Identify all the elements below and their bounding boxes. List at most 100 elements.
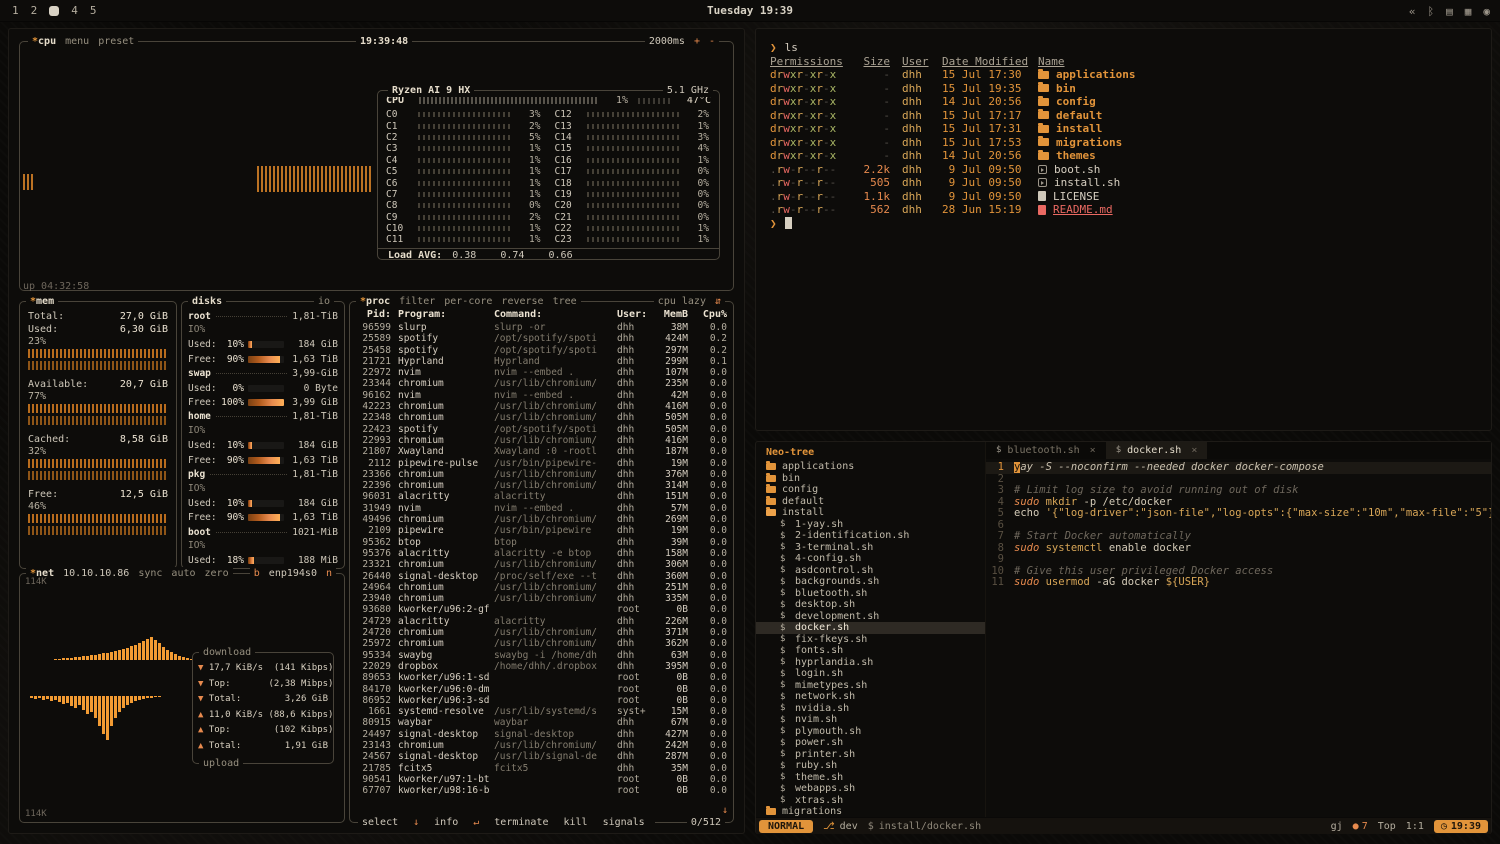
process-row[interactable]: 22423spotify/opt/spotify/spotidhh505M0.0 bbox=[356, 424, 727, 435]
tree-item-mimetypes.sh[interactable]: $mimetypes.sh bbox=[756, 680, 985, 692]
filter-button[interactable]: filter bbox=[399, 295, 435, 308]
process-row[interactable]: 23321chromium/usr/lib/chromium/dhh306M0.… bbox=[356, 559, 727, 570]
tree-item-docker.sh[interactable]: $docker.sh bbox=[756, 622, 985, 634]
process-row[interactable]: 23344chromium/usr/lib/chromium/dhh235M0.… bbox=[356, 378, 727, 389]
process-row[interactable]: 96162nvimnvim --embed .dhh42M0.0 bbox=[356, 390, 727, 401]
pid-column-header[interactable]: Pid: bbox=[356, 309, 398, 322]
process-row[interactable]: 24964chromium/usr/lib/chromium/dhh251M0.… bbox=[356, 582, 727, 593]
proc-footer-item[interactable]: terminate bbox=[494, 816, 548, 829]
tree-item-desktop.sh[interactable]: $desktop.sh bbox=[756, 599, 985, 611]
preset-button[interactable]: preset bbox=[98, 35, 134, 48]
bluetooth-icon[interactable]: ᛒ bbox=[1428, 5, 1435, 18]
workspace-5[interactable]: 5 bbox=[90, 4, 97, 17]
process-row[interactable]: 22348chromium/usr/lib/chromium/dhh505M0.… bbox=[356, 412, 727, 423]
process-row[interactable]: 96031alacrittyalacrittydhh151M0.0 bbox=[356, 491, 727, 502]
process-row[interactable]: 86952kworker/u96:3-sdroot0B0.0 bbox=[356, 695, 727, 706]
proc-footer-item[interactable]: info bbox=[434, 816, 458, 829]
process-row[interactable]: 95334swaybgswaybg -i /home/dhdhh63M0.0 bbox=[356, 650, 727, 661]
tree-item-network.sh[interactable]: $network.sh bbox=[756, 691, 985, 703]
process-row[interactable]: 24497signal-desktopsignal-desktopdhh427M… bbox=[356, 729, 727, 740]
process-row[interactable]: 26440signal-desktop/proc/self/exe --tdhh… bbox=[356, 571, 727, 582]
memory-column-header[interactable]: MemB bbox=[655, 309, 697, 322]
tree-item-theme.sh[interactable]: $theme.sh bbox=[756, 772, 985, 784]
process-row[interactable]: 21721HyprlandHyprlanddhh299M0.1 bbox=[356, 356, 727, 367]
tree-item-printer.sh[interactable]: $printer.sh bbox=[756, 749, 985, 761]
tree-item-webapps.sh[interactable]: $webapps.sh bbox=[756, 783, 985, 795]
workspace-active[interactable] bbox=[49, 6, 59, 16]
per-core-button[interactable]: per-core bbox=[444, 295, 492, 308]
interval-minus-button[interactable]: - bbox=[709, 35, 715, 48]
interval-plus-button[interactable]: + bbox=[694, 35, 700, 48]
process-row[interactable]: 23940chromium/usr/lib/chromium/dhh335M0.… bbox=[356, 593, 727, 604]
process-row[interactable]: 96599slurpslurp -ordhh38M0.0 bbox=[356, 322, 727, 333]
neovim-window[interactable]: Neo-tree applicationsbinconfigdefaultins… bbox=[755, 441, 1492, 834]
process-row[interactable]: 23143chromium/usr/lib/chromium/dhh242M0.… bbox=[356, 740, 727, 751]
process-row[interactable]: 80915waybarwaybardhh67M0.0 bbox=[356, 717, 727, 728]
tree-item-fix-fkeys.sh[interactable]: $fix-fkeys.sh bbox=[756, 634, 985, 646]
process-row[interactable]: 25589spotify/opt/spotify/spotidhh424M0.2 bbox=[356, 333, 727, 344]
tree-item-nvim.sh[interactable]: $nvim.sh bbox=[756, 714, 985, 726]
cpu-column-header[interactable]: Cpu% bbox=[697, 309, 727, 322]
tray-arrow-icon[interactable]: « bbox=[1409, 5, 1416, 18]
tree-item-plymouth.sh[interactable]: $plymouth.sh bbox=[756, 726, 985, 738]
process-row[interactable]: 24729alacrittyalacrittydhh226M0.0 bbox=[356, 616, 727, 627]
buffer-tab-bluetooth.sh[interactable]: $bluetooth.sh× bbox=[986, 442, 1106, 459]
proc-footer-item[interactable]: select bbox=[362, 816, 398, 829]
process-row[interactable]: 90541kworker/u97:1-btroot0B0.0 bbox=[356, 774, 727, 785]
net-prev-iface-button[interactable]: b bbox=[254, 567, 260, 580]
tree-item-config[interactable]: config bbox=[756, 484, 985, 496]
process-row[interactable]: 24567signal-desktop/usr/lib/signal-dedhh… bbox=[356, 751, 727, 762]
tree-item-development.sh[interactable]: $development.sh bbox=[756, 611, 985, 623]
tree-item-install[interactable]: install bbox=[756, 507, 985, 519]
net-auto-button[interactable]: auto bbox=[171, 567, 195, 580]
tree-item-default[interactable]: default bbox=[756, 496, 985, 508]
process-row[interactable]: 22993chromium/usr/lib/chromium/dhh416M0.… bbox=[356, 435, 727, 446]
process-row[interactable]: 21785fcitx5fcitx5dhh35M0.0 bbox=[356, 763, 727, 774]
disks-panel-title[interactable]: disks bbox=[192, 295, 222, 308]
workspace-4[interactable]: 4 bbox=[71, 4, 78, 17]
cpu-panel-title[interactable]: cpu bbox=[38, 36, 56, 47]
tree-item-nvidia.sh[interactable]: $nvidia.sh bbox=[756, 703, 985, 715]
process-row[interactable]: 23366chromium/usr/lib/chromium/dhh376M0.… bbox=[356, 469, 727, 480]
tree-item-hyprlandia.sh[interactable]: $hyprlandia.sh bbox=[756, 657, 985, 669]
workspace-1[interactable]: 1 bbox=[12, 4, 19, 17]
process-row[interactable]: 25972chromium/usr/lib/chromium/dhh362M0.… bbox=[356, 638, 727, 649]
workspace-2[interactable]: 2 bbox=[31, 4, 38, 17]
tree-item-bluetooth.sh[interactable]: $bluetooth.sh bbox=[756, 588, 985, 600]
sort-arrows-icon[interactable]: ⇵ bbox=[715, 295, 721, 308]
tree-item-2-identification.sh[interactable]: $2-identification.sh bbox=[756, 530, 985, 542]
process-row[interactable]: 1661systemd-resolve/usr/lib/systemd/ssys… bbox=[356, 706, 727, 717]
process-row[interactable]: 2112pipewire-pulse/usr/bin/pipewire-dhh1… bbox=[356, 458, 727, 469]
tree-item-applications[interactable]: applications bbox=[756, 461, 985, 473]
tree-item-fonts.sh[interactable]: $fonts.sh bbox=[756, 645, 985, 657]
process-row[interactable]: 93680kworker/u96:2-gfroot0B0.0 bbox=[356, 604, 727, 615]
tree-item-4-config.sh[interactable]: $4-config.sh bbox=[756, 553, 985, 565]
process-row[interactable]: 42223chromium/usr/lib/chromium/dhh416M0.… bbox=[356, 401, 727, 412]
scroll-down-icon[interactable]: ↓ bbox=[722, 805, 728, 816]
menu-button[interactable]: menu bbox=[65, 35, 89, 48]
keyboard-icon[interactable]: ▤ bbox=[1446, 5, 1453, 18]
tree-item-ruby.sh[interactable]: $ruby.sh bbox=[756, 760, 985, 772]
command-column-header[interactable]: Command: bbox=[494, 309, 617, 322]
proc-footer-item[interactable]: ↓ bbox=[413, 816, 419, 829]
proc-footer-item[interactable]: signals bbox=[603, 816, 645, 829]
process-row[interactable]: 31949nvimnvim --embed .dhh57M0.0 bbox=[356, 503, 727, 514]
sort-mode[interactable]: cpu lazy bbox=[658, 295, 706, 308]
process-row[interactable]: 21807XwaylandXwayland :0 -rootldhh187M0.… bbox=[356, 446, 727, 457]
tree-item-asdcontrol.sh[interactable]: $asdcontrol.sh bbox=[756, 565, 985, 577]
process-row[interactable]: 2109pipewire/usr/bin/pipewiredhh19M0.0 bbox=[356, 525, 727, 536]
tree-item-1-yay.sh[interactable]: $1-yay.sh bbox=[756, 519, 985, 531]
process-row[interactable]: 89653kworker/u96:1-sdroot0B0.0 bbox=[356, 672, 727, 683]
tree-item-migrations[interactable]: migrations bbox=[756, 806, 985, 818]
net-sync-button[interactable]: sync bbox=[138, 567, 162, 580]
process-row[interactable]: 24720chromium/usr/lib/chromium/dhh371M0.… bbox=[356, 627, 727, 638]
process-row[interactable]: 22972nvimnvim --embed .dhh107M0.0 bbox=[356, 367, 727, 378]
tree-item-3-terminal.sh[interactable]: $3-terminal.sh bbox=[756, 542, 985, 554]
status-dot-icon[interactable]: ◉ bbox=[1483, 5, 1490, 18]
proc-footer-item[interactable]: ↵ bbox=[473, 816, 479, 829]
tree-item-backgrounds.sh[interactable]: $backgrounds.sh bbox=[756, 576, 985, 588]
process-row[interactable]: 84170kworker/u96:0-dmroot0B0.0 bbox=[356, 684, 727, 695]
process-row[interactable]: 67707kworker/u98:16-broot0B0.0 bbox=[356, 785, 727, 796]
tree-item-bin[interactable]: bin bbox=[756, 473, 985, 485]
apps-grid-icon[interactable]: ▦ bbox=[1465, 5, 1472, 18]
